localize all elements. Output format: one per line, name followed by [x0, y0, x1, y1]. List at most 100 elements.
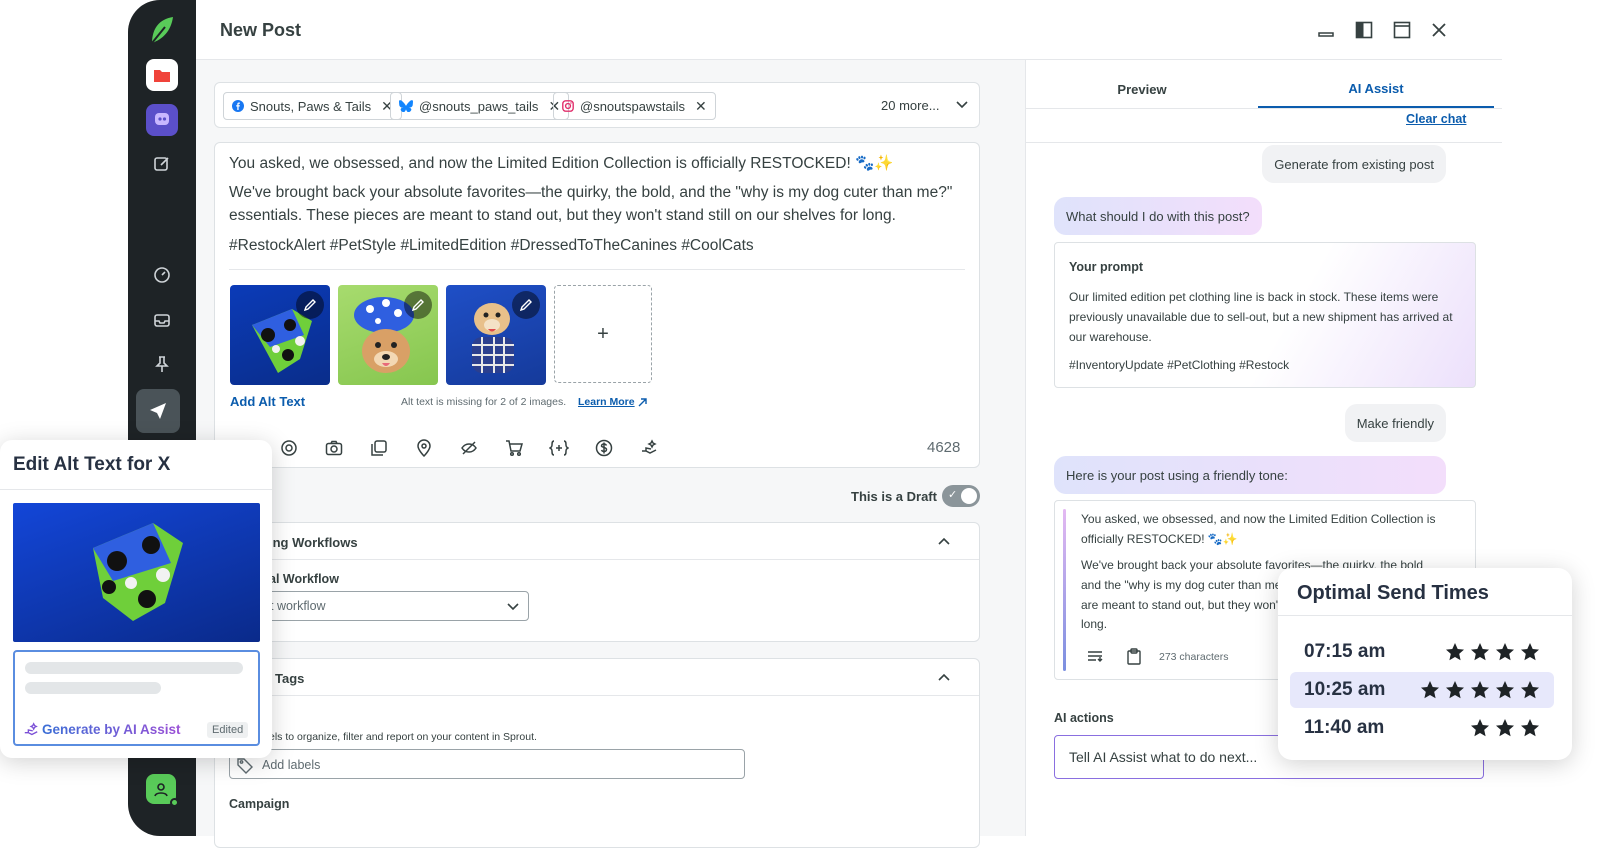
star-icon [1496, 643, 1514, 661]
rating-stars [1420, 680, 1540, 700]
location-icon[interactable] [413, 437, 435, 459]
ai-hand-icon [23, 722, 39, 743]
response-line-1: You asked, we obsessed, and now the Limi… [1081, 512, 1436, 546]
pin-icon[interactable] [146, 348, 178, 380]
media-library-icon[interactable] [368, 437, 390, 459]
compose-pane: Snouts, Paws & Tails ✕ @snouts_paws_tail… [196, 60, 1026, 848]
generate-ai-button[interactable]: Generate by AI Assist [42, 722, 181, 737]
response-line-2b: and the "why is my dog cuter than me?" [1081, 578, 1293, 592]
star-icon [1521, 681, 1539, 699]
send-time-row[interactable]: 10:25 am [1290, 672, 1554, 708]
ai-assist-icon[interactable] [278, 437, 300, 459]
media-thumbnail[interactable] [446, 285, 546, 385]
send-time-row[interactable]: 11:40 am [1290, 710, 1554, 746]
media-thumbnail[interactable] [230, 285, 330, 385]
insert-text-icon[interactable] [1087, 649, 1103, 670]
star-icon [1471, 643, 1489, 661]
edit-pencil-icon[interactable] [404, 291, 432, 319]
more-profiles-label[interactable]: 20 more... [881, 98, 940, 113]
bluesky-icon [399, 100, 413, 112]
alt-panel-title: Edit Alt Text for X [13, 454, 171, 475]
page-title: New Post [220, 20, 302, 40]
profile-chip[interactable]: @snoutspawstails ✕ [553, 92, 716, 120]
profile-selector[interactable]: Snouts, Paws & Tails ✕ @snouts_paws_tail… [214, 82, 980, 128]
workflow-select[interactable]: t workflow [255, 591, 529, 621]
ai-hand-icon[interactable] [638, 437, 660, 459]
dashboard-icon[interactable] [146, 259, 178, 291]
post-text-line-2: We've brought back your absolute favorit… [229, 184, 953, 224]
minimize-icon[interactable] [1314, 18, 1338, 42]
remove-profile-icon[interactable]: ✕ [695, 98, 707, 115]
tab-preview[interactable]: Preview [1026, 70, 1258, 108]
instagram-icon [562, 100, 574, 112]
window-header: New Post [196, 0, 1502, 60]
edit-pencil-icon[interactable] [296, 291, 324, 319]
clear-chat-link[interactable]: Clear chat [1406, 112, 1466, 126]
variables-icon[interactable] [548, 437, 570, 459]
field-label: al Workflow [269, 572, 339, 586]
publish-icon[interactable] [136, 389, 180, 433]
profile-name: Snouts, Paws & Tails [250, 98, 372, 114]
edit-pencil-icon[interactable] [512, 291, 540, 319]
star-icon [1446, 643, 1464, 661]
chat-icon[interactable] [146, 104, 178, 136]
profile-name: @snouts_paws_tails [419, 98, 539, 114]
hide-link-icon[interactable] [458, 437, 480, 459]
close-icon[interactable] [1427, 18, 1451, 42]
chevron-up-icon[interactable] [937, 535, 951, 554]
star-icon [1421, 681, 1439, 699]
add-alt-text-link[interactable]: Add Alt Text [230, 394, 305, 409]
folder-icon[interactable] [146, 59, 178, 91]
star-icon [1446, 681, 1464, 699]
profile-chip[interactable]: @snouts_paws_tails ✕ [390, 92, 570, 120]
star-icon [1471, 681, 1489, 699]
post-text-line-1: You asked, we obsessed, and now the Limi… [229, 155, 894, 172]
draft-label: This is a Draft [851, 489, 937, 504]
ai-helper-icon[interactable] [146, 774, 179, 807]
maximize-icon[interactable] [1390, 18, 1414, 42]
draft-toggle[interactable]: ✓ [942, 485, 980, 507]
labels-input[interactable]: Add labels [229, 749, 745, 779]
split-view-icon[interactable] [1352, 18, 1376, 42]
inbox-icon[interactable] [146, 304, 178, 336]
alt-missing-note: Alt text is missing for 2 of 2 images. [401, 396, 567, 408]
chevron-down-icon [506, 599, 520, 618]
profile-name: @snoutspawstails [580, 98, 685, 114]
character-count: 4628 [927, 439, 961, 456]
campaign-label: Campaign [229, 797, 290, 811]
sprout-logo-icon[interactable] [146, 14, 178, 46]
shopping-cart-icon[interactable] [503, 437, 525, 459]
rating-stars [1445, 642, 1540, 662]
response-line-2d: long. [1081, 617, 1108, 631]
media-thumbnail[interactable] [338, 285, 438, 385]
section-title: Tags [275, 671, 305, 686]
check-icon: ✓ [948, 489, 958, 501]
external-link-icon [637, 395, 648, 413]
star-icon [1521, 643, 1539, 661]
chat-message-user: Make friendly [1344, 404, 1446, 442]
bandana-image [93, 523, 183, 621]
star-icon [1521, 719, 1539, 737]
compose-icon[interactable] [146, 148, 178, 180]
rating-stars [1470, 718, 1540, 738]
section-title: ing Workflows [269, 535, 358, 550]
tab-ai-assist[interactable]: AI Assist [1258, 70, 1494, 108]
chevron-up-icon[interactable] [937, 671, 951, 690]
profile-chip[interactable]: Snouts, Paws & Tails ✕ [223, 92, 402, 120]
dollar-icon[interactable] [593, 437, 615, 459]
workflows-section: ing Workflows al Workflow t workflow [214, 522, 980, 642]
alt-text-field[interactable]: Generate by AI Assist Edited [13, 650, 260, 746]
learn-more-link[interactable]: Learn More [578, 396, 635, 408]
tags-section: Tags els to organize, filter and report … [214, 658, 980, 848]
clipboard-icon[interactable] [1127, 648, 1141, 670]
chevron-down-icon[interactable] [955, 97, 969, 116]
star-icon [1496, 681, 1514, 699]
prompt-body: Our limited edition pet clothing line is… [1069, 290, 1453, 344]
chat-message-user: Generate from existing post [1262, 145, 1446, 183]
add-media-button[interactable]: + [554, 285, 652, 383]
ai-actions-label: AI actions [1054, 711, 1114, 725]
send-times-title: Optimal Send Times [1297, 582, 1489, 604]
camera-icon[interactable] [323, 437, 345, 459]
send-time-row[interactable]: 07:15 am [1290, 634, 1554, 670]
prompt-title: Your prompt [1069, 260, 1144, 274]
